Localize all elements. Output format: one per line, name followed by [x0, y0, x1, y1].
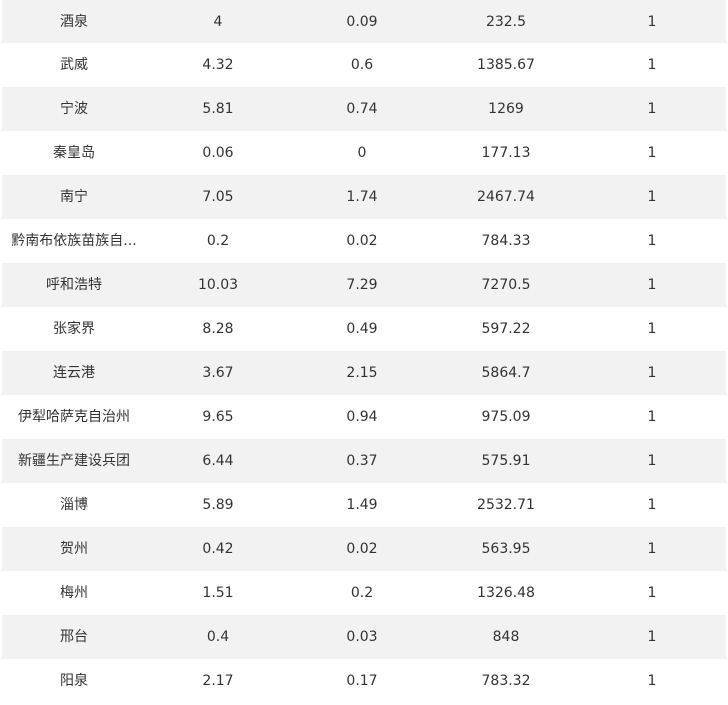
value-cell-4: 1: [647, 673, 657, 689]
value-cell-2: 0.2: [350, 585, 374, 601]
value-cell-2: 0.09: [346, 13, 378, 30]
value-cell-1: 4.32: [202, 57, 234, 73]
value-cell-1: 0.2: [206, 233, 230, 249]
table-row[interactable]: 贺州 0.42 0.02 563.95 1: [2, 527, 726, 571]
value-cell-3: 1269: [488, 101, 524, 117]
city-cell: 阳泉: [60, 673, 88, 689]
value-cell-1: 4: [213, 13, 223, 30]
value-cell-2: 0.02: [346, 233, 378, 249]
table-row[interactable]: 呼和浩特 10.03 7.29 7270.5 1: [2, 263, 726, 307]
value-cell-3: 1385.67: [477, 57, 535, 73]
city-cell: 张家界: [53, 321, 95, 337]
value-cell-3: 5864.7: [481, 365, 531, 381]
value-cell-1: 9.65: [202, 409, 234, 425]
value-cell-3: 7270.5: [481, 277, 531, 293]
table-row[interactable]: 酒泉 4 0.09 232.5 1: [2, 0, 726, 43]
city-cell: 贺州: [60, 541, 88, 557]
data-table: 酒泉 4 0.09 232.5 1 武威 4.32 0.6 1385.67 1 …: [2, 0, 726, 703]
value-cell-2: 0.6: [350, 57, 374, 73]
value-cell-3: 177.13: [481, 145, 531, 161]
value-cell-3: 975.09: [481, 409, 531, 425]
value-cell-3: 784.33: [481, 233, 531, 249]
value-cell-1: 6.44: [202, 453, 234, 469]
value-cell-2: 0.49: [346, 321, 378, 337]
value-cell-3: 232.5: [485, 13, 527, 30]
value-cell-2: 0.02: [346, 541, 378, 557]
value-cell-2: 0.37: [346, 453, 378, 469]
value-cell-3: 2532.71: [477, 497, 535, 513]
table-row[interactable]: 南宁 7.05 1.74 2467.74 1: [2, 175, 726, 219]
city-cell: 邢台: [60, 629, 88, 645]
value-cell-4: 1: [647, 57, 657, 73]
table-row[interactable]: 新疆生产建设兵团 6.44 0.37 575.91 1: [2, 439, 726, 483]
value-cell-2: 2.15: [346, 365, 378, 381]
value-cell-4: 1: [647, 321, 657, 337]
value-cell-1: 5.89: [202, 497, 234, 513]
value-cell-4: 1: [647, 277, 657, 293]
city-cell: 宁波: [60, 101, 88, 117]
table-row[interactable]: 阳泉 2.17 0.17 783.32 1: [2, 659, 726, 703]
city-cell: 黔南布依族苗族自...: [11, 233, 137, 249]
value-cell-2: 0: [357, 145, 367, 161]
value-cell-3: 848: [492, 629, 520, 645]
city-cell: 南宁: [60, 189, 88, 205]
value-cell-2: 1.74: [346, 189, 378, 205]
value-cell-3: 2467.74: [477, 189, 535, 205]
value-cell-4: 1: [647, 145, 657, 161]
value-cell-1: 5.81: [202, 101, 234, 117]
city-cell: 呼和浩特: [46, 277, 102, 293]
value-cell-3: 597.22: [481, 321, 531, 337]
value-cell-4: 1: [647, 101, 657, 117]
value-cell-2: 0.74: [346, 101, 378, 117]
city-cell: 酒泉: [60, 13, 88, 30]
value-cell-1: 8.28: [202, 321, 234, 337]
city-cell: 梅州: [60, 585, 88, 601]
value-cell-2: 0.94: [346, 409, 378, 425]
value-cell-1: 7.05: [202, 189, 234, 205]
value-cell-1: 0.42: [202, 541, 234, 557]
table-row[interactable]: 梅州 1.51 0.2 1326.48 1: [2, 571, 726, 615]
value-cell-1: 0.06: [202, 145, 234, 161]
city-cell: 新疆生产建设兵团: [18, 453, 130, 469]
table-row[interactable]: 邢台 0.4 0.03 848 1: [2, 615, 726, 659]
value-cell-1: 10.03: [197, 277, 239, 293]
value-cell-3: 575.91: [481, 453, 531, 469]
value-cell-1: 1.51: [202, 585, 234, 601]
value-cell-1: 0.4: [206, 629, 230, 645]
value-cell-3: 563.95: [481, 541, 531, 557]
table-row[interactable]: 伊犁哈萨克自治州 9.65 0.94 975.09 1: [2, 395, 726, 439]
value-cell-4: 1: [647, 13, 657, 30]
table-row[interactable]: 黔南布依族苗族自... 0.2 0.02 784.33 1: [2, 219, 726, 263]
value-cell-4: 1: [647, 233, 657, 249]
value-cell-3: 1326.48: [477, 585, 535, 601]
value-cell-4: 1: [647, 585, 657, 601]
value-cell-2: 0.03: [346, 629, 378, 645]
value-cell-4: 1: [647, 409, 657, 425]
value-cell-4: 1: [647, 189, 657, 205]
value-cell-4: 1: [647, 365, 657, 381]
table-row[interactable]: 武威 4.32 0.6 1385.67 1: [2, 43, 726, 87]
value-cell-2: 1.49: [346, 497, 378, 513]
value-cell-1: 2.17: [202, 673, 234, 689]
table-row[interactable]: 宁波 5.81 0.74 1269 1: [2, 87, 726, 131]
value-cell-4: 1: [647, 629, 657, 645]
value-cell-4: 1: [647, 541, 657, 557]
table-row[interactable]: 张家界 8.28 0.49 597.22 1: [2, 307, 726, 351]
value-cell-4: 1: [647, 453, 657, 469]
city-cell: 秦皇岛: [53, 145, 95, 161]
city-cell: 伊犁哈萨克自治州: [18, 409, 130, 425]
table-row[interactable]: 淄博 5.89 1.49 2532.71 1: [2, 483, 726, 527]
city-cell: 武威: [60, 57, 88, 73]
table-row[interactable]: 秦皇岛 0.06 0 177.13 1: [2, 131, 726, 175]
value-cell-1: 3.67: [202, 365, 234, 381]
value-cell-4: 1: [647, 497, 657, 513]
value-cell-2: 0.17: [346, 673, 378, 689]
city-cell: 淄博: [60, 497, 88, 513]
value-cell-2: 7.29: [346, 277, 378, 293]
table-row[interactable]: 连云港 3.67 2.15 5864.7 1: [2, 351, 726, 395]
city-cell: 连云港: [53, 365, 95, 381]
value-cell-3: 783.32: [481, 673, 531, 689]
